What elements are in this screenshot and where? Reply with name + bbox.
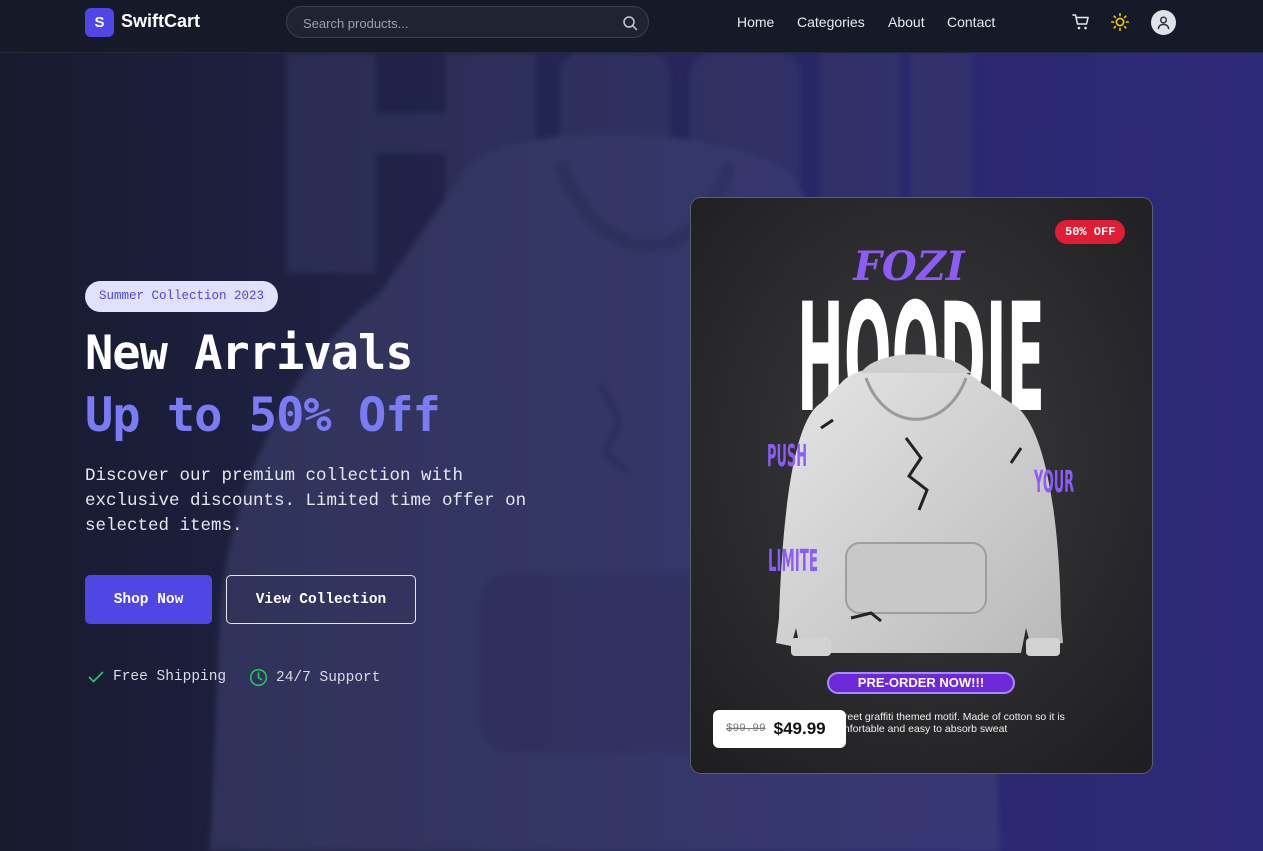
nav-contact[interactable]: Contact xyxy=(947,14,995,30)
feature-free-shipping: Free Shipping xyxy=(87,668,226,686)
search-icon[interactable] xyxy=(622,15,638,31)
shop-now-button[interactable]: Shop Now xyxy=(85,575,212,624)
product-card[interactable]: HOODIE FOZI PUSH YOUR LIMITE 50% OFF PRE… xyxy=(690,197,1153,774)
logo-icon[interactable]: S xyxy=(85,8,114,37)
hero-subtitle: Up to 50% Off xyxy=(85,388,441,443)
view-collection-button[interactable]: View Collection xyxy=(226,575,416,624)
sun-icon[interactable] xyxy=(1110,12,1130,32)
feature-label: Free Shipping xyxy=(113,669,227,685)
user-avatar[interactable] xyxy=(1151,10,1176,35)
art-word-limite: LIMITE xyxy=(768,544,818,579)
collection-badge: Summer Collection 2023 xyxy=(85,281,279,312)
nav-categories[interactable]: Categories xyxy=(797,14,865,30)
hero-description: Discover our premium collection with exc… xyxy=(85,466,527,536)
feature-support: 24/7 Support xyxy=(249,668,380,687)
product-caption: treet graffiti themed motif. Made of cot… xyxy=(841,711,1065,735)
nav-home[interactable]: Home xyxy=(737,14,774,30)
art-word-push: PUSH xyxy=(767,439,807,474)
discount-badge: 50% OFF xyxy=(1055,220,1126,244)
preorder-banner: PRE-ORDER NOW!!! xyxy=(827,672,1015,694)
clock-icon xyxy=(249,668,268,687)
art-word-your: YOUR xyxy=(1034,465,1074,500)
hero-title: New Arrivals xyxy=(85,326,414,381)
user-icon xyxy=(1157,16,1170,30)
sale-price: $49.99 xyxy=(773,719,826,738)
search-input[interactable] xyxy=(301,12,615,34)
hero-section: Summer Collection 2023 New Arrivals Up t… xyxy=(0,53,1263,851)
top-navbar: S SwiftCart Home Categories About Contac… xyxy=(0,0,1263,53)
cart-icon[interactable] xyxy=(1071,12,1091,32)
search-bar xyxy=(286,6,649,38)
nav-about[interactable]: About xyxy=(888,14,925,30)
price-tag: $99.99 $49.99 xyxy=(713,710,846,748)
brand-name[interactable]: SwiftCart xyxy=(121,11,200,32)
original-price: $99.99 xyxy=(726,723,766,735)
check-icon xyxy=(88,671,104,683)
feature-label: 24/7 Support xyxy=(276,669,381,686)
art-script: FOZI xyxy=(852,243,965,290)
